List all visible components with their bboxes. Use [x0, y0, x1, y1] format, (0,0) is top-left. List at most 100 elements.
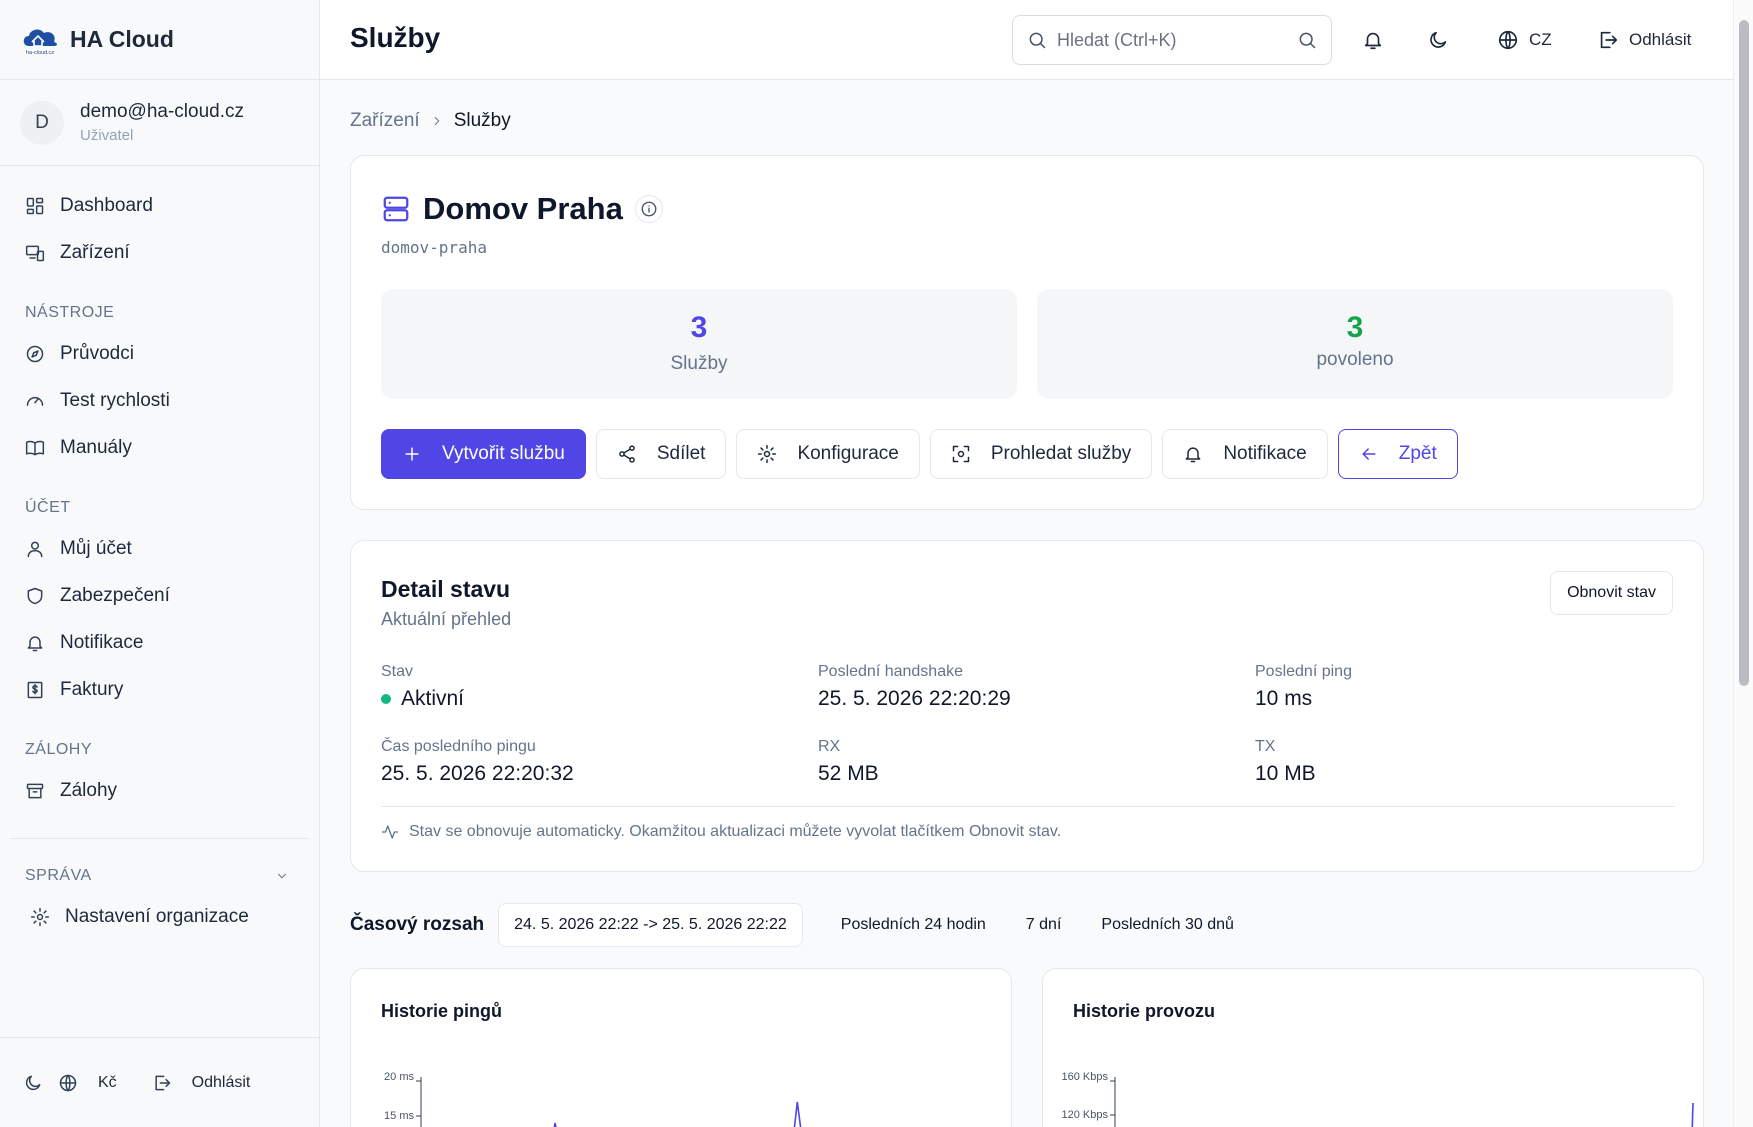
breadcrumb: Zařízení Služby [350, 110, 511, 132]
currency-button[interactable]: Kč [98, 1074, 117, 1092]
range-option-30d[interactable]: Posledních 30 dnů [1081, 916, 1254, 934]
share-label: Sdílet [656, 443, 706, 464]
stat-enabled: 3 povoleno [1037, 289, 1673, 399]
scan-services-label: Prohledat služby [990, 443, 1132, 464]
activity-icon [381, 825, 399, 839]
sidebar-item-devices[interactable]: Zařízení [0, 229, 319, 276]
avatar: D [20, 100, 64, 145]
arrow-left-icon [1362, 448, 1376, 460]
scan-icon [952, 445, 970, 463]
y-tick-label: 160 Kbps [1062, 1071, 1109, 1083]
sidebar-logout-button[interactable]: Odhlásit [192, 1074, 251, 1092]
stat-enabled-value: 3 [1346, 311, 1364, 344]
logout-icon[interactable] [152, 1073, 172, 1093]
moon-icon [1430, 31, 1447, 48]
ha-cloud-logo: ha-cloud.cz [23, 28, 57, 56]
sidebar-item-label: Nastavení organizace [65, 905, 249, 927]
language-button[interactable]: CZ [1497, 20, 1552, 60]
range-option-24h[interactable]: Posledních 24 hodin [821, 916, 1006, 934]
field-ping: Poslední ping 10 ms [1255, 663, 1352, 711]
bell-icon [1185, 447, 1201, 463]
brand[interactable]: ha-cloud.cz HA Cloud [0, 0, 319, 80]
ping-history-title: Historie pingů [381, 1001, 502, 1021]
language-label: CZ [1529, 30, 1552, 49]
sidebar-item-org-settings[interactable]: Nastavení organizace [0, 893, 319, 940]
logout-button[interactable]: Odhlásit [1597, 20, 1691, 60]
server-icon [383, 196, 409, 222]
create-service-button[interactable]: Vytvořit službu [381, 429, 586, 479]
scrollbar[interactable] [1733, 0, 1753, 1127]
sidebar-item-speedtest[interactable]: Test rychlosti [0, 377, 319, 424]
sidebar-item-security[interactable]: Zabezpečení [0, 572, 319, 619]
share-icon [619, 445, 635, 463]
time-range-picker[interactable]: 24. 5. 2026 22:22 -> 25. 5. 2026 22:22 [498, 903, 803, 947]
gauge-icon [26, 396, 44, 406]
back-label: Zpět [1398, 443, 1437, 464]
sidebar-nav: Dashboard Zařízení NÁSTROJE Průvodci Tes… [0, 166, 319, 940]
field-state-label: Stav [381, 663, 414, 680]
breadcrumb-link-devices[interactable]: Zařízení [350, 110, 420, 132]
sidebar: ha-cloud.cz HA Cloud D demo@ha-cloud.cz … [0, 0, 320, 1127]
notifications-button[interactable] [1362, 20, 1384, 60]
sidebar-item-my-account[interactable]: Můj účet [0, 525, 319, 572]
bell-icon [27, 635, 43, 651]
status-note: Stav se obnovuje automaticky. Okamžitou … [381, 823, 1061, 841]
sidebar-item-dashboard[interactable]: Dashboard [0, 182, 319, 229]
search-box[interactable] [1012, 15, 1332, 65]
brand-name: HA Cloud [70, 26, 174, 52]
sidebar-item-manuals[interactable]: Manuály [0, 424, 319, 471]
traffic-history-title: Historie provozu [1073, 1001, 1216, 1021]
field-handshake: Poslední handshake 25. 5. 2026 22:20:29 [818, 663, 1011, 711]
ping-series-line [553, 1101, 880, 1127]
field-handshake-value: 25. 5. 2026 22:20:29 [818, 687, 1011, 710]
sidebar-item-label: Manuály [60, 436, 132, 458]
field-handshake-label: Poslední handshake [818, 663, 963, 680]
device-slug: domov-praha [381, 238, 487, 257]
range-option-7d[interactable]: 7 dní [1006, 916, 1082, 934]
section-admin-title: SPRÁVA [25, 867, 92, 884]
y-tick-label: 20 ms [384, 1071, 414, 1083]
sidebar-item-notifications[interactable]: Notifikace [0, 619, 319, 666]
field-ping-label: Poslední ping [1255, 663, 1352, 680]
share-button[interactable]: Sdílet [595, 429, 727, 479]
field-tx-label: TX [1255, 738, 1276, 755]
gear-icon [30, 907, 50, 926]
configuration-button[interactable]: Konfigurace [736, 429, 920, 479]
search-input[interactable] [1057, 29, 1297, 51]
globe-icon [1498, 30, 1518, 50]
device-name: Domov Praha [423, 191, 623, 226]
stat-services: 3 Služby [381, 289, 1017, 399]
user-email: demo@ha-cloud.cz [80, 101, 244, 122]
traffic-series-line [1691, 1102, 1694, 1127]
traffic-history-card: Historie provozu 160 Kbps120 Kbps80 Kbps [1042, 968, 1704, 1127]
refresh-status-button[interactable]: Obnovit stav [1550, 571, 1673, 615]
search-icon [1029, 32, 1046, 49]
ping-history-card: Historie pingů 20 ms15 ms10 ms [350, 968, 1012, 1127]
info-icon [641, 201, 657, 217]
search-submit-icon[interactable] [1297, 30, 1317, 50]
time-range: Časový rozsah 24. 5. 2026 22:22 -> 25. 5… [350, 903, 1254, 947]
scrollbar-thumb[interactable] [1739, 20, 1749, 686]
sidebar-item-invoices[interactable]: Faktury [0, 666, 319, 713]
divider [10, 838, 309, 839]
create-service-label: Vytvořit službu [442, 443, 565, 464]
chevron-down-icon [277, 873, 287, 879]
sidebar-item-guides[interactable]: Průvodci [0, 330, 319, 377]
back-button[interactable]: Zpět [1337, 429, 1458, 479]
device-info-button[interactable] [634, 195, 663, 223]
section-admin[interactable]: SPRÁVA [0, 867, 319, 885]
user-role: Uživatel [80, 127, 134, 144]
device-card: Domov Praha domov-praha 3 Služby 3 povol… [350, 155, 1704, 510]
field-ping-time: Čas posledního pingu 25. 5. 2026 22:20:3… [381, 738, 574, 786]
y-tick-label: 120 Kbps [1062, 1109, 1109, 1121]
field-state: Stav Aktivní [381, 663, 464, 711]
ping-history-chart: 20 ms15 ms10 ms [384, 1071, 880, 1127]
user-profile[interactable]: D demo@ha-cloud.cz Uživatel [0, 80, 319, 166]
scan-services-button[interactable]: Prohledat služby [929, 429, 1153, 479]
notifications-button-device[interactable]: Notifikace [1162, 429, 1328, 479]
theme-toggle-button[interactable] [1427, 20, 1449, 60]
sidebar-item-backups[interactable]: Zálohy [0, 767, 319, 814]
book-icon [25, 440, 45, 455]
globe-icon[interactable] [58, 1073, 78, 1093]
moon-icon[interactable] [23, 1073, 43, 1093]
